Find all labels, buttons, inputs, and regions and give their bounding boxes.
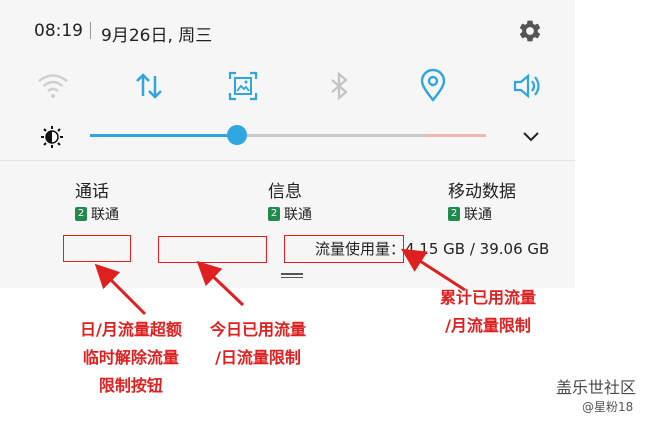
callout-line: 累计已用流量 (440, 288, 537, 307)
callout-daily-usage: 今日已用流量 /日流量限制 (210, 316, 306, 372)
messages-sim-row: 2 联通 (268, 204, 312, 224)
monthly-usage-highlight (284, 235, 404, 263)
location-icon[interactable] (415, 68, 451, 104)
callout-monthly-usage: 累计已用流量 /月流量限制 (440, 284, 536, 340)
calls-title: 通话 (75, 182, 109, 202)
sound-icon[interactable] (511, 68, 547, 104)
bluetooth-icon[interactable] (321, 68, 357, 104)
limit-release-button-highlight[interactable] (63, 235, 131, 262)
clock-time: 08:19 (34, 21, 83, 41)
callout-line: /日流量限制 (215, 348, 301, 367)
data-transfer-icon[interactable] (131, 68, 167, 104)
messages-title: 信息 (268, 182, 302, 202)
brightness-slider-tail (426, 134, 486, 137)
mobile-data-sim-row: 2 联通 (448, 204, 492, 224)
screenshot-icon[interactable] (225, 68, 261, 104)
brightness-slider-thumb[interactable] (227, 125, 247, 145)
sim-2-icon: 2 (268, 207, 280, 221)
callout-line: 临时解除流量 (82, 348, 179, 367)
callout-limit-release: 日/月流量超额 临时解除流量 限制按钮 (80, 316, 182, 400)
wifi-icon[interactable] (35, 68, 71, 104)
mobile-data-title: 移动数据 (448, 182, 516, 202)
mobile-data-carrier: 联通 (464, 207, 492, 223)
status-row: 08:19 9月26日, 周三 (0, 0, 575, 60)
panel-divider (0, 160, 575, 161)
watermark-title: 盖乐世社区 (556, 378, 637, 397)
brightness-icon (40, 125, 64, 149)
chevron-down-icon[interactable] (522, 128, 540, 142)
callout-line: /月流量限制 (445, 316, 531, 335)
sim-2-icon: 2 (75, 207, 87, 221)
sim-2-icon: 2 (448, 207, 460, 221)
callout-line: 日/月流量超额 (80, 320, 182, 339)
callout-line: 限制按钮 (98, 376, 163, 395)
gear-icon[interactable] (517, 18, 543, 44)
drag-handle[interactable] (281, 273, 303, 279)
status-separator (90, 22, 91, 39)
calls-sim-row: 2 联通 (75, 204, 119, 224)
callout-line: 今日已用流量 (210, 320, 307, 339)
status-date: 9月26日, 周三 (101, 26, 213, 46)
daily-usage-highlight (158, 236, 267, 263)
calls-carrier: 联通 (91, 207, 119, 223)
watermark-user: @星粉18 (582, 400, 634, 414)
brightness-slider[interactable] (90, 134, 486, 137)
brightness-slider-fill (90, 134, 237, 137)
messages-carrier: 联通 (284, 207, 312, 223)
